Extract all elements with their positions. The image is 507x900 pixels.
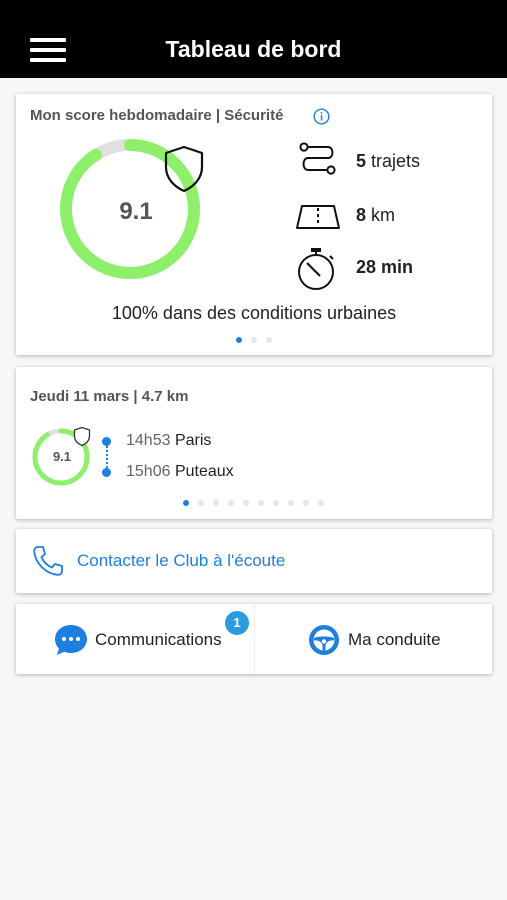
- pager-dot[interactable]: [303, 500, 309, 506]
- pager-dot[interactable]: [288, 500, 294, 506]
- arrival-dot: [102, 468, 111, 477]
- duration-value: 28 min: [356, 257, 414, 277]
- arrival-time: 15h06: [126, 463, 171, 480]
- steering-wheel-icon: [309, 625, 339, 655]
- shield-icon: [73, 426, 91, 447]
- pager-dot[interactable]: [243, 500, 249, 506]
- weekly-score-heading: Mon score hebdomadaire | Sécurité: [30, 107, 284, 124]
- weekly-score-card[interactable]: Mon score hebdomadaire | Sécurité 9.1 5 …: [16, 94, 492, 355]
- distance-value: 8: [356, 205, 367, 225]
- road-icon: [296, 205, 340, 229]
- pager-dot[interactable]: [183, 500, 189, 506]
- route-icon: [299, 142, 336, 175]
- trips-unit: trajets: [371, 151, 421, 171]
- timeline-connector: [106, 443, 108, 471]
- departure-dot: [102, 437, 111, 446]
- contact-club-button[interactable]: Contacter le Club à l'écoute: [16, 529, 492, 593]
- pager-dot[interactable]: [251, 337, 257, 343]
- trip-pager[interactable]: [183, 500, 324, 506]
- actions-bar: Communications 1 Ma conduite: [16, 604, 492, 674]
- last-trip-card[interactable]: Jeudi 11 mars | 4.7 km 9.1 14h53 Paris 1…: [16, 367, 492, 519]
- pager-dot[interactable]: [258, 500, 264, 506]
- contact-club-label: Contacter le Club à l'écoute: [77, 551, 286, 570]
- my-driving-label: Ma conduite: [348, 630, 441, 649]
- distance-unit: km: [371, 205, 396, 225]
- score-pager[interactable]: [236, 337, 272, 343]
- urban-conditions-text: 100% dans des conditions urbaines: [111, 303, 397, 323]
- trip-score-value: 9.1: [52, 449, 72, 464]
- arrival-place: Puteaux: [174, 463, 234, 480]
- departure-row: 14h53 Paris: [126, 432, 211, 450]
- notification-badge: 1: [225, 611, 249, 635]
- communications-button[interactable]: Communications 1: [16, 604, 254, 674]
- my-driving-button[interactable]: Ma conduite: [254, 604, 492, 674]
- departure-time: 14h53: [126, 432, 171, 449]
- pager-dot[interactable]: [228, 500, 234, 506]
- shield-icon: [164, 145, 204, 193]
- arrival-row: 15h06 Puteaux: [126, 463, 234, 481]
- chat-icon: [55, 625, 87, 655]
- weekly-score-value: 9.1: [119, 198, 153, 225]
- pager-dot[interactable]: [273, 500, 279, 506]
- pager-dot[interactable]: [198, 500, 204, 506]
- trips-count: 5: [356, 151, 367, 171]
- pager-dot[interactable]: [318, 500, 324, 506]
- top-bar: Tableau de bord: [0, 0, 507, 78]
- page-title: Tableau de bord: [165, 36, 342, 62]
- pager-dot[interactable]: [266, 337, 272, 343]
- info-icon[interactable]: [313, 108, 330, 125]
- departure-place: Paris: [174, 432, 212, 449]
- pager-dot[interactable]: [213, 500, 219, 506]
- pager-dot[interactable]: [236, 337, 242, 343]
- communications-label: Communications: [95, 630, 222, 649]
- trip-heading: Jeudi 11 mars | 4.7 km: [30, 388, 189, 405]
- phone-icon: [33, 546, 63, 576]
- stopwatch-icon: [298, 248, 334, 290]
